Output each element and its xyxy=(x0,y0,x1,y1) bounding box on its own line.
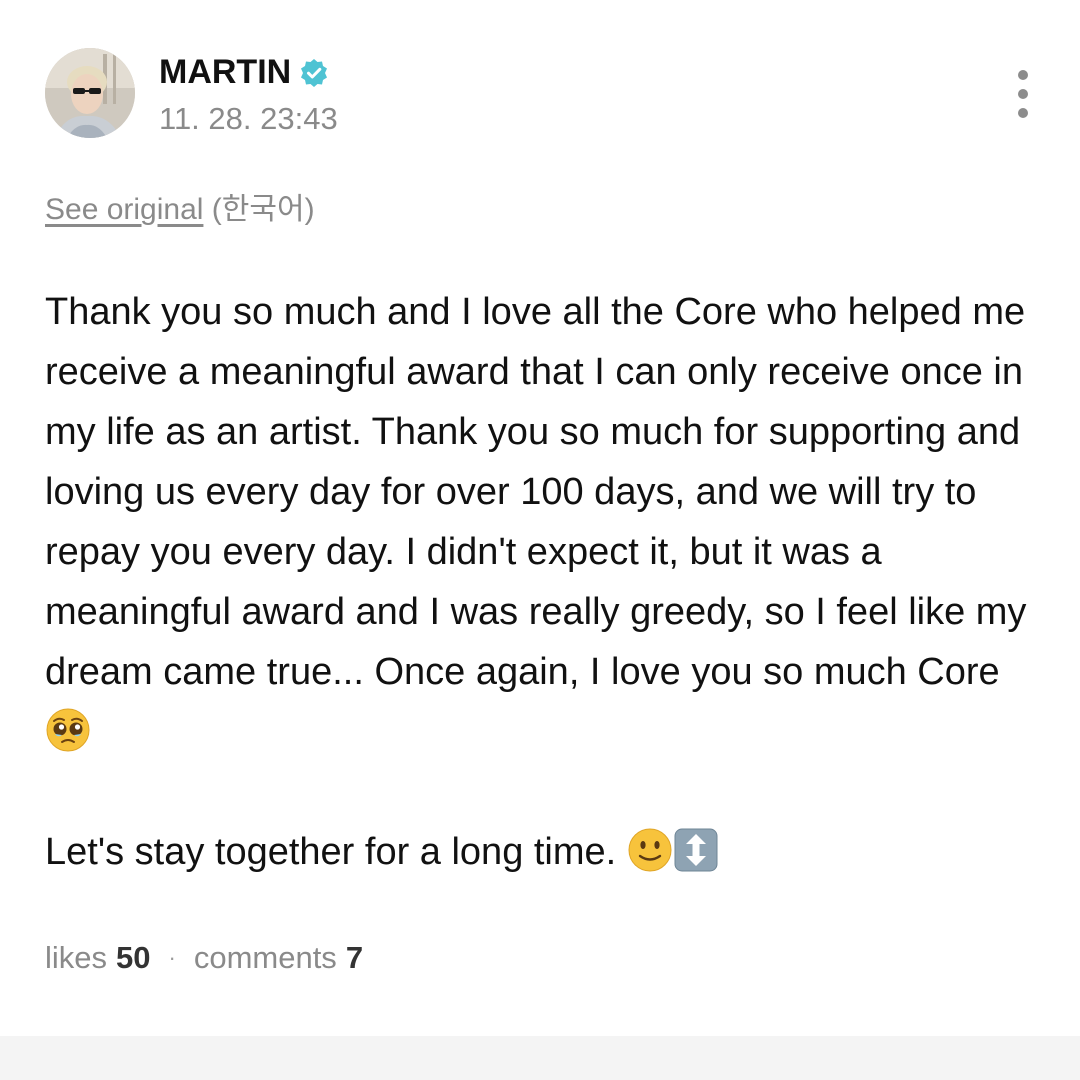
slightly-smiling-face-emoji xyxy=(627,827,673,873)
post-timestamp: 11. 28. 23:43 xyxy=(159,101,338,136)
post-stats: likes 50 · comments 7 xyxy=(45,938,363,978)
more-vertical-icon-dot-2 xyxy=(1018,89,1028,99)
post-paragraph-1: Thank you so much and I love all the Cor… xyxy=(45,282,1055,762)
post-header: MARTIN 11. 28. 23:43 xyxy=(45,48,1035,140)
up-down-arrow-emoji xyxy=(673,827,719,873)
post-paragraph-2-text: Let's stay together for a long time. xyxy=(45,831,617,873)
post-paragraph-1-text: Thank you so much and I love all the Cor… xyxy=(45,291,1027,693)
author-name-row[interactable]: MARTIN xyxy=(159,52,329,92)
avatar[interactable] xyxy=(45,48,135,138)
section-divider xyxy=(0,1036,1080,1080)
more-vertical-icon-dot-3 xyxy=(1018,108,1028,118)
likes-stat[interactable]: likes 50 xyxy=(45,938,151,978)
author-name[interactable]: MARTIN xyxy=(159,52,291,92)
post-paragraph-2: Let's stay together for a long time. xyxy=(45,822,1055,882)
comments-stat[interactable]: comments 7 xyxy=(194,938,363,978)
post-body: Thank you so much and I love all the Cor… xyxy=(45,282,1055,882)
likes-label: likes xyxy=(45,940,108,975)
original-language-label: (한국어) xyxy=(211,193,315,226)
more-vertical-icon-dot-1 xyxy=(1018,70,1028,80)
pleading-face-emoji xyxy=(45,707,91,753)
see-original-link[interactable]: See original xyxy=(45,193,203,226)
translation-notice: See original (한국어) xyxy=(45,190,315,230)
comments-label: comments xyxy=(193,940,337,975)
comments-count: 7 xyxy=(345,940,364,975)
likes-count: 50 xyxy=(116,940,151,975)
stats-separator: · xyxy=(168,945,176,970)
verified-badge-icon xyxy=(299,57,329,87)
post-card: MARTIN 11. 28. 23:43 See original (한국어) … xyxy=(0,0,1080,1080)
more-options-button[interactable] xyxy=(1011,70,1035,118)
